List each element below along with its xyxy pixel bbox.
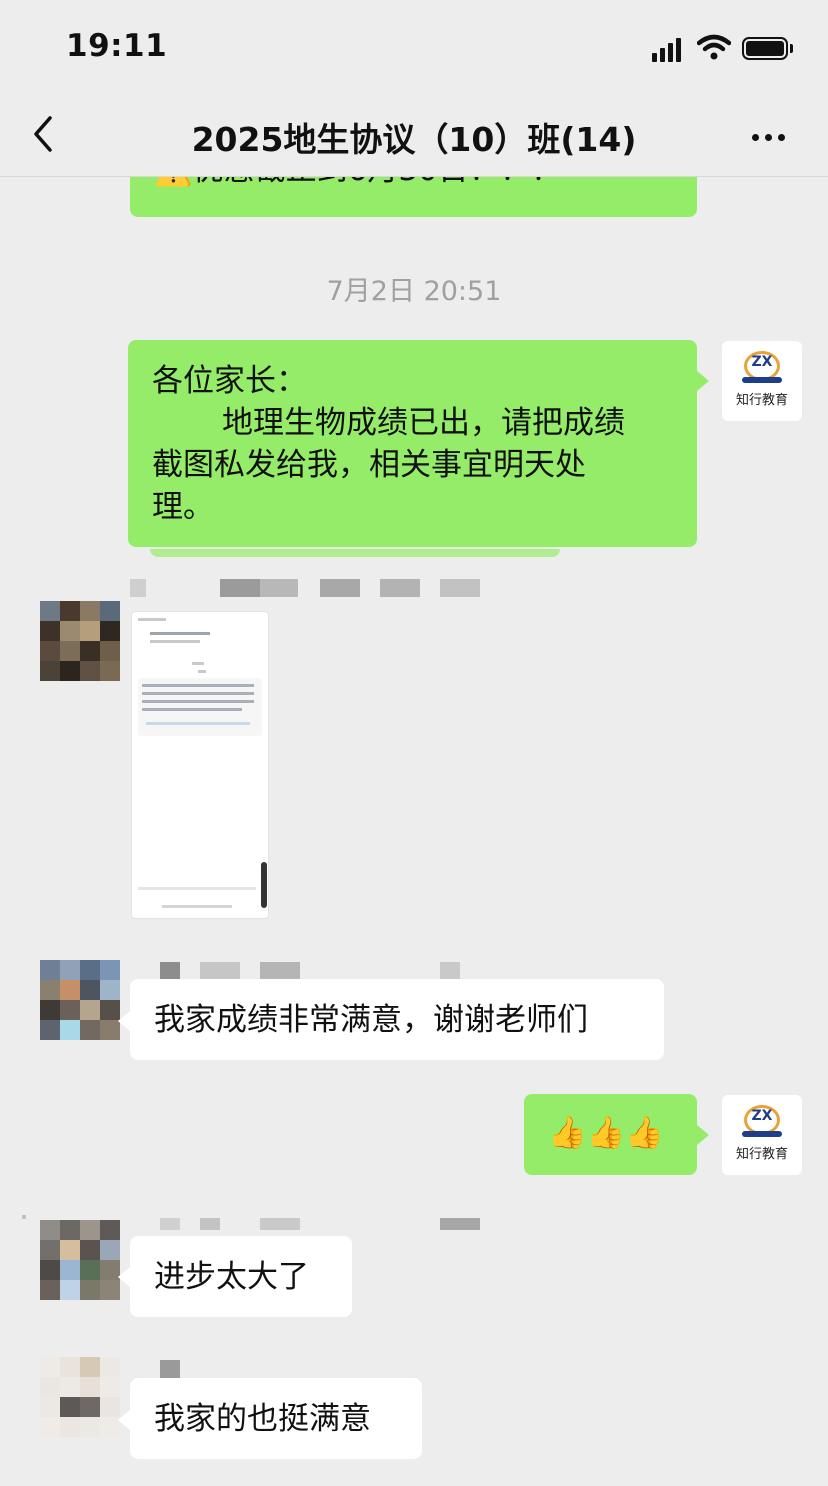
reply-text-2: 进步太大了 [154,1259,309,1295]
sender-name-blurred [160,1360,180,1378]
status-bar: 19:11 [0,0,828,96]
signal-icon [652,36,688,62]
bubble-tail [118,1410,130,1430]
edge-mark [22,1215,26,1219]
logo-text: 知行教育 [735,1147,788,1162]
reply-message-bubble[interactable]: 进步太大了 [130,1236,352,1317]
wifi-icon [697,34,731,60]
avatar-parent-2[interactable] [40,960,120,1040]
avatar-self[interactable]: ZX 知行教育 [722,1095,802,1175]
prev-message-bubble[interactable]: ⚠️优惠截止到6月30日！！！ [130,177,697,217]
sender-name-blurred [160,962,470,980]
bubble-shadow [150,549,560,557]
teacher-line-4: 理。 [152,489,214,525]
teacher-message-bubble[interactable]: 各位家长： 地理生物成绩已出，请把成绩 截图私发给我，相关事宜明天处 理。 [128,340,697,547]
logo-letters: ZX [751,1108,773,1124]
message-timestamp: 7月2日 20:51 [326,276,502,307]
avatar-parent-3[interactable] [40,1220,120,1300]
avatar-self[interactable]: ZX 知行教育 [722,341,802,421]
teacher-line-1: 各位家长： [152,363,307,399]
reply-message-bubble[interactable]: 我家的也挺满意 [130,1378,422,1459]
logo-text: 知行教育 [735,393,788,408]
reply-message-bubble[interactable]: 我家成绩非常满意，谢谢老师们 [130,979,664,1060]
avatar-parent-4[interactable] [40,1357,120,1437]
avatar-parent-1[interactable] [40,601,120,681]
chat-header: 2025地生协议（10）班(14) [0,96,828,177]
logo-letters: ZX [751,354,773,370]
battery-tip [790,44,793,53]
prev-message-text: ⚠️优惠截止到6月30日！！！ [154,177,673,191]
sender-name-blurred [160,1218,480,1230]
chat-area[interactable]: ⚠️优惠截止到6月30日！！！ 7月2日 20:51 ZX 知行教育 各位家长：… [0,177,828,1486]
teacher-line-2: 地理生物成绩已出，请把成绩 [222,405,625,441]
bubble-tail [118,1011,130,1031]
logo-wave [742,377,782,383]
chat-title: 2025地生协议（10）班(14) [191,120,637,159]
reply-text-3: 我家的也挺满意 [154,1401,371,1437]
reply-text-1: 我家成绩非常满意，谢谢老师们 [154,1002,588,1038]
thumbs-up-icon: 👍👍👍 [548,1115,664,1151]
more-dots-icon[interactable] [752,126,791,145]
sender-name-blurred [130,579,490,597]
bubble-tail [697,1125,709,1145]
shared-screenshot-image[interactable] [131,611,269,919]
logo-wave [742,1131,782,1137]
bubble-tail [697,371,709,391]
battery-icon [742,37,788,60]
status-time: 19:11 [66,28,168,64]
thumbs-up-bubble[interactable]: 👍👍👍 [524,1094,697,1175]
bubble-tail [118,1267,130,1287]
teacher-line-3: 截图私发给我，相关事宜明天处 [152,447,586,483]
